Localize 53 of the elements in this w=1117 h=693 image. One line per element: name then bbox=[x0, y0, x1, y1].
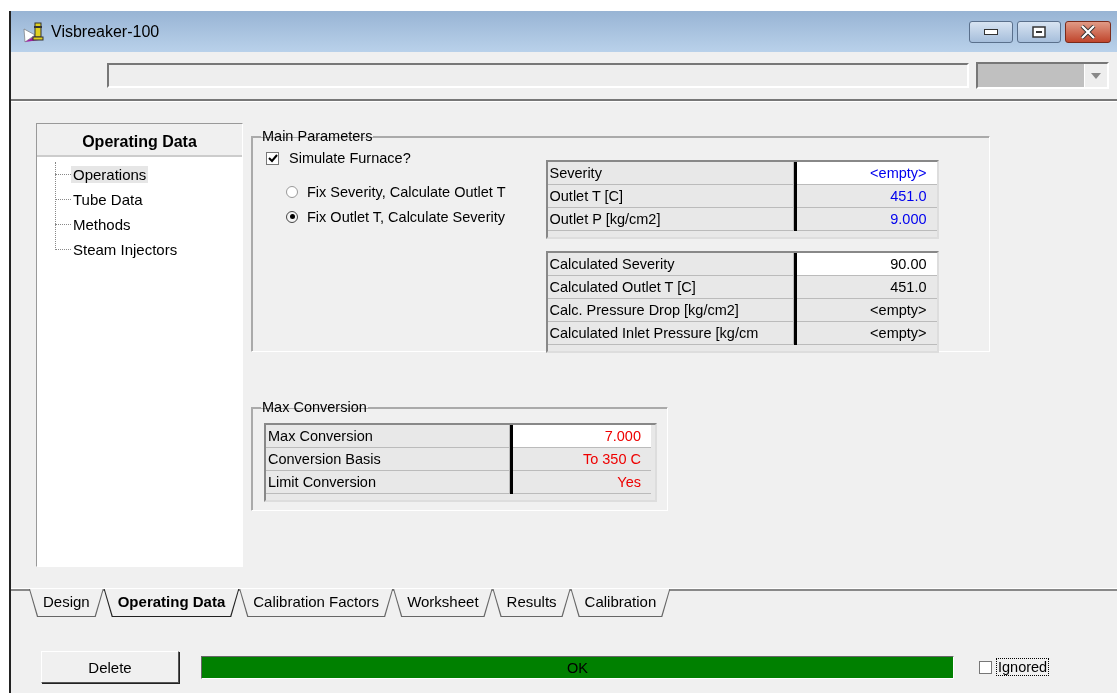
radio-option[interactable]: Fix Outlet T, Calculate Severity bbox=[286, 205, 506, 228]
tab[interactable]: Worksheet bbox=[393, 589, 493, 617]
tab[interactable]: Operating Data bbox=[103, 589, 240, 617]
value-cell[interactable]: 7.000 bbox=[513, 425, 651, 448]
value-cell[interactable]: 9.000 bbox=[796, 208, 937, 231]
row-label: Calculated Outlet T [C] bbox=[547, 276, 794, 299]
value-cell[interactable]: <empty> bbox=[796, 162, 937, 185]
value-cell[interactable]: <empty> bbox=[796, 299, 937, 322]
row-label: Calc. Pressure Drop [kg/cm2] bbox=[547, 299, 794, 322]
maximize-button[interactable] bbox=[1017, 20, 1061, 43]
group-title: Main Parameters bbox=[261, 128, 374, 144]
checkbox[interactable] bbox=[979, 660, 992, 674]
row-label: Calculated Inlet Pressure [kg/cm bbox=[547, 322, 794, 345]
tree-item[interactable]: Methods bbox=[71, 216, 133, 233]
close-icon bbox=[1080, 24, 1096, 39]
maximize-icon bbox=[1032, 25, 1046, 38]
name-field[interactable] bbox=[107, 63, 969, 88]
radio-option[interactable]: Fix Severity, Calculate Outlet T bbox=[286, 180, 506, 203]
checkbox[interactable] bbox=[266, 151, 279, 165]
row-label: Outlet P [kg/cm2] bbox=[547, 208, 794, 231]
minimize-button[interactable] bbox=[969, 20, 1013, 43]
window-title: Visbreaker-100 bbox=[51, 22, 161, 41]
close-button[interactable] bbox=[1065, 20, 1111, 43]
row-label: Calculated Severity bbox=[547, 253, 794, 276]
checkbox-label[interactable]: Simulate Furnace? bbox=[289, 150, 411, 166]
value-cell[interactable]: 451.0 bbox=[796, 185, 937, 208]
value-cell[interactable]: To 350 C bbox=[513, 448, 651, 471]
row-label: Max Conversion bbox=[266, 425, 510, 448]
tree-item[interactable]: Steam Injectors bbox=[71, 241, 180, 258]
dropdown[interactable] bbox=[976, 62, 1109, 89]
radio-dot[interactable] bbox=[286, 185, 298, 198]
row-label: Outlet T [C] bbox=[547, 185, 794, 208]
group-title: Max Conversion bbox=[261, 399, 368, 415]
tab[interactable]: Calibration bbox=[570, 589, 671, 617]
value-cell[interactable]: Yes bbox=[513, 471, 651, 494]
tree-item[interactable]: Tube Data bbox=[71, 191, 145, 208]
delete-button[interactable]: Delete bbox=[41, 651, 179, 683]
app-icon bbox=[23, 20, 45, 43]
value-cell[interactable]: 451.0 bbox=[796, 276, 937, 299]
caret-icon bbox=[1091, 72, 1101, 79]
tab[interactable]: Design bbox=[29, 589, 104, 617]
tab[interactable]: Calibration Factors bbox=[239, 589, 394, 617]
tab[interactable]: Results bbox=[492, 589, 571, 617]
tree-item[interactable]: Operations bbox=[71, 166, 149, 183]
status-bar: OK bbox=[201, 655, 954, 679]
row-label: Conversion Basis bbox=[266, 448, 510, 471]
row-label: Limit Conversion bbox=[266, 471, 510, 494]
value-cell[interactable]: <empty> bbox=[796, 322, 937, 345]
minimize-icon bbox=[984, 28, 998, 35]
checkbox-label[interactable]: Ignored bbox=[997, 659, 1049, 675]
value-cell[interactable]: 90.00 bbox=[796, 253, 937, 276]
row-label: Severity bbox=[547, 162, 794, 185]
radio-dot[interactable] bbox=[286, 210, 298, 223]
